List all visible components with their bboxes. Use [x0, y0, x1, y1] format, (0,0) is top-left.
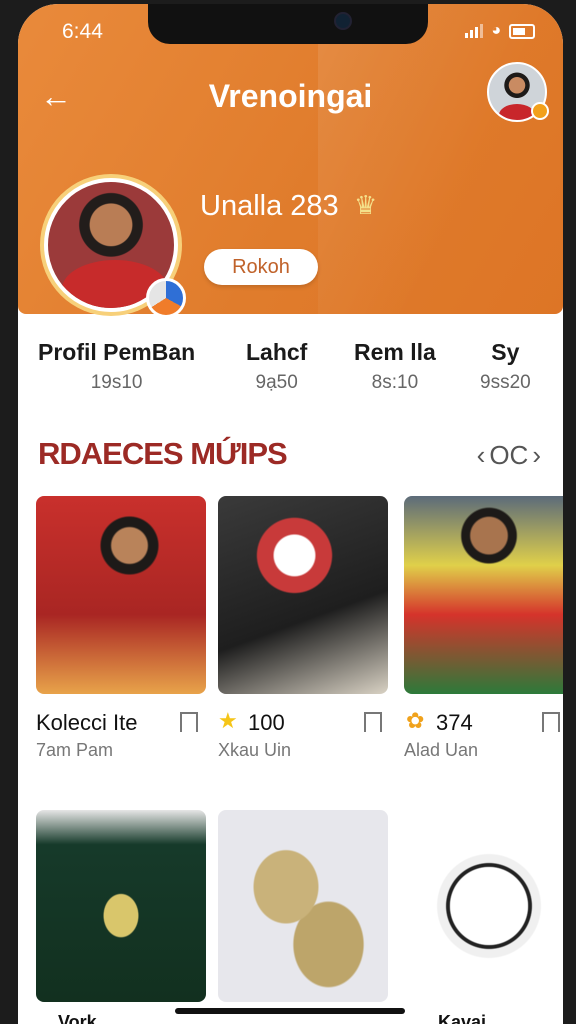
bottom-label: Vork: [58, 1012, 97, 1024]
player-photo: [404, 496, 563, 694]
sneakers-photo: [218, 810, 388, 1002]
product-card[interactable]: [218, 496, 388, 694]
next-arrow-icon[interactable]: ›: [532, 440, 541, 471]
device-notch: [148, 4, 428, 44]
app-screen: 6:44 ◕ ← Vrenoingai Unalla 283 ♛ Rokoh P…: [18, 4, 563, 1024]
bottom-label: Kavai: [438, 1012, 487, 1024]
star-icon: ★: [218, 708, 238, 733]
stat-value: 9ss20: [480, 372, 531, 393]
prev-arrow-icon[interactable]: ‹: [477, 440, 486, 471]
status-icons: ◕: [465, 22, 535, 40]
flower-icon: ✿: [406, 708, 425, 733]
bookmark-icon[interactable]: [364, 712, 382, 732]
wifi-icon: ◕: [491, 22, 501, 39]
crest-badge-icon: ♛: [354, 190, 378, 220]
status-time: 6:44: [62, 20, 103, 43]
stat-value: 8s:10: [371, 372, 419, 393]
phone-frame: 6:44 ◕ ← Vrenoingai Unalla 283 ♛ Rokoh P…: [0, 0, 576, 1024]
stat-item[interactable]: Sy 9ss20: [480, 339, 531, 394]
product-card[interactable]: [218, 810, 388, 1002]
product-card[interactable]: [36, 496, 206, 694]
stat-value: 19s10: [90, 372, 143, 393]
ball-kick-photo: [218, 496, 388, 694]
football-photo: [404, 810, 563, 1002]
ball-badge-icon: [146, 278, 186, 318]
card-subtitle: Alad Uan: [404, 740, 479, 760]
online-status-dot: [531, 102, 549, 120]
player-photo: [36, 496, 206, 694]
stat-label: Lahcf: [246, 339, 308, 365]
product-card[interactable]: [36, 810, 206, 1002]
product-card[interactable]: [404, 496, 563, 694]
card-title: 100: [248, 710, 285, 735]
camera-dot: [334, 12, 352, 30]
home-indicator[interactable]: [175, 1008, 405, 1014]
card-title: 374: [436, 710, 473, 735]
stat-label: Profil PemBan: [38, 339, 196, 365]
role-pill-button[interactable]: Rokoh: [204, 249, 318, 285]
product-card[interactable]: [404, 810, 563, 1002]
card-title: Kolecci Ite: [36, 710, 138, 735]
bookmark-icon[interactable]: [542, 712, 560, 732]
stat-value: 9ạ50: [255, 372, 298, 393]
page-title: Vrenoingai: [208, 78, 373, 114]
stat-item[interactable]: Lahcf 9ạ50: [246, 339, 307, 394]
battery-icon: [509, 23, 535, 39]
username: Unalla 283: [200, 190, 339, 222]
stat-label: Sy: [491, 339, 520, 365]
card-subtitle: Xkau Uin: [218, 740, 292, 760]
section-nav: ‹ OC ›: [477, 440, 541, 471]
bookmark-icon[interactable]: [180, 712, 198, 732]
stats-row: Profil PemBan 19s10 Lahcf 9ạ50 Rem lla 8…: [18, 339, 563, 409]
stat-label: Rem lla: [354, 339, 436, 365]
section-nav-label: OC: [489, 440, 529, 470]
section-title: RDAECES MỨIPS: [38, 436, 288, 471]
stat-item[interactable]: Rem lla 8s:10: [354, 339, 436, 394]
card-subtitle: 7am Pam: [36, 740, 114, 760]
hoodie-photo: [36, 810, 206, 1002]
signal-icon: [465, 24, 484, 38]
stat-item[interactable]: Profil PemBan 19s10: [38, 339, 195, 394]
